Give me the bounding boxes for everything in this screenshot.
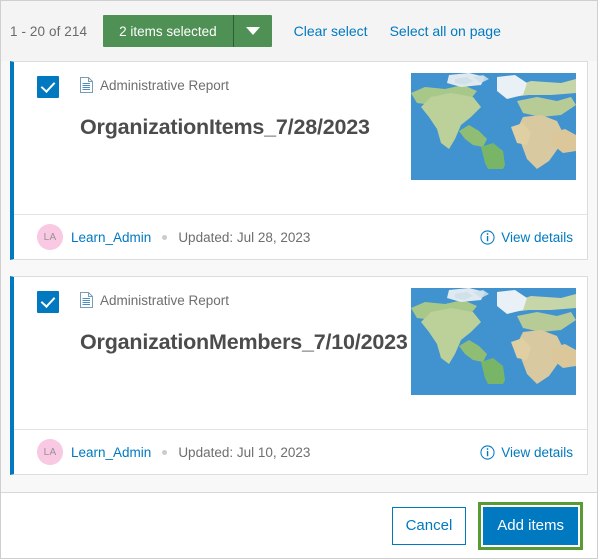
document-report-icon bbox=[80, 77, 93, 93]
item-owner-link[interactable]: Learn_Admin bbox=[71, 230, 151, 245]
view-details-label: View details bbox=[501, 229, 573, 245]
world-map-thumbnail bbox=[411, 288, 576, 395]
dialog-actions: Cancel Add items bbox=[1, 492, 597, 558]
items-selected-button[interactable]: 2 items selected bbox=[103, 15, 233, 47]
view-details-link[interactable]: View details bbox=[480, 230, 573, 245]
item-footer: LA Learn_Admin Updated: Jul 10, 2023 Vie… bbox=[14, 429, 587, 474]
item-type-label: Administrative Report bbox=[100, 77, 230, 93]
list-item[interactable]: Administrative Report OrganizationMember… bbox=[10, 276, 588, 475]
item-owner-link[interactable]: Learn_Admin bbox=[71, 445, 151, 460]
separator-dot bbox=[162, 449, 168, 455]
item-thumbnail[interactable] bbox=[411, 288, 576, 395]
separator-dot bbox=[162, 234, 168, 240]
item-type-label: Administrative Report bbox=[100, 292, 230, 308]
info-circle-icon bbox=[480, 444, 495, 460]
selection-toolbar: 1 - 20 of 214 2 items selected Clear sel… bbox=[1, 1, 597, 61]
avatar: LA bbox=[37, 224, 63, 250]
item-list: Administrative Report OrganizationItems_… bbox=[1, 61, 597, 492]
item-type: Administrative Report bbox=[80, 292, 229, 308]
item-body: Administrative Report OrganizationMember… bbox=[14, 277, 587, 429]
add-items-button[interactable]: Add items bbox=[483, 506, 578, 545]
view-details-label: View details bbox=[501, 444, 573, 460]
item-thumbnail[interactable] bbox=[411, 73, 576, 180]
select-all-on-page-link[interactable]: Select all on page bbox=[390, 23, 501, 39]
avatar: LA bbox=[37, 439, 63, 465]
clear-select-link[interactable]: Clear select bbox=[294, 23, 368, 39]
view-details-link[interactable]: View details bbox=[480, 445, 573, 460]
item-checkbox[interactable] bbox=[37, 291, 59, 313]
chevron-down-icon bbox=[245, 27, 260, 35]
item-checkbox[interactable] bbox=[37, 76, 59, 98]
item-footer: LA Learn_Admin Updated: Jul 28, 2023 Vie… bbox=[14, 214, 587, 259]
items-selected-button-group[interactable]: 2 items selected bbox=[103, 15, 272, 47]
item-updated-date: Updated: Jul 10, 2023 bbox=[178, 444, 311, 460]
item-body: Administrative Report OrganizationItems_… bbox=[14, 62, 587, 214]
add-items-dialog: 1 - 20 of 214 2 items selected Clear sel… bbox=[0, 0, 598, 559]
info-circle-icon bbox=[480, 229, 495, 245]
items-selected-dropdown-button[interactable] bbox=[234, 15, 272, 47]
item-type: Administrative Report bbox=[80, 77, 229, 93]
cancel-button[interactable]: Cancel bbox=[391, 506, 467, 545]
document-report-icon bbox=[80, 292, 93, 308]
world-map-thumbnail bbox=[411, 73, 576, 180]
add-items-highlight: Add items bbox=[478, 501, 583, 550]
item-updated-date: Updated: Jul 28, 2023 bbox=[178, 229, 311, 245]
pagination-count: 1 - 20 of 214 bbox=[10, 23, 88, 39]
list-item[interactable]: Administrative Report OrganizationItems_… bbox=[10, 61, 588, 260]
